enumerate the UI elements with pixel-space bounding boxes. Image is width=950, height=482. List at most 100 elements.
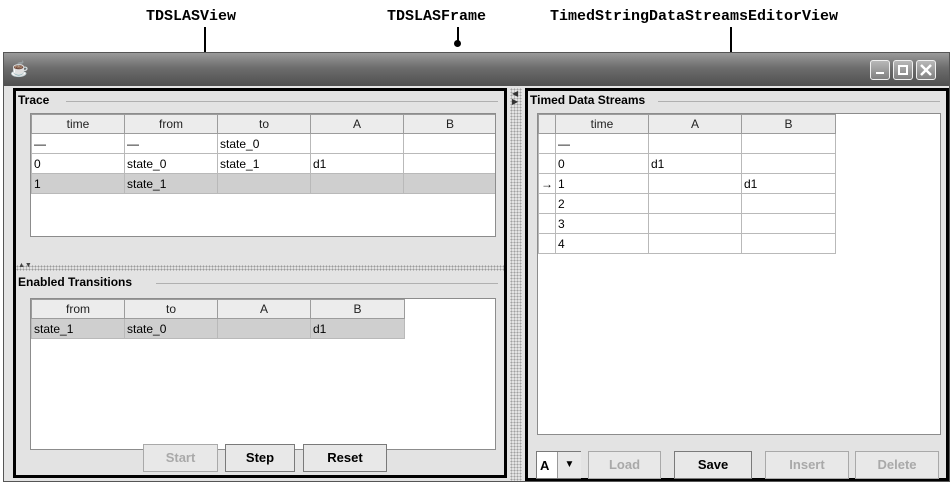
tdslasframe-annotation: TDSLASFrame (387, 8, 487, 25)
table-cell[interactable] (648, 173, 742, 194)
trace-group-border (66, 101, 498, 102)
split-expand-arrows-icon[interactable]: ▲▼ (18, 262, 32, 269)
row-marker (538, 213, 556, 234)
maximize-icon (898, 65, 908, 75)
table-cell[interactable]: 0 (555, 153, 649, 174)
trace-column-time[interactable]: time (31, 114, 125, 134)
table-cell[interactable]: state_1 (217, 153, 311, 174)
row-marker (538, 233, 556, 254)
transitions-column-from[interactable]: from (31, 299, 125, 319)
enabled-transitions-title: Enabled Transitions (18, 275, 136, 289)
table-cell[interactable]: 4 (555, 233, 649, 254)
table-cell[interactable] (741, 133, 836, 154)
table-cell[interactable] (403, 153, 495, 174)
table-row[interactable]: — — state_0 (31, 133, 495, 154)
table-cell[interactable] (741, 213, 836, 234)
chevron-down-icon[interactable]: ▼ (557, 452, 581, 478)
table-cell[interactable] (217, 173, 311, 194)
table-cell[interactable] (741, 233, 836, 254)
load-button[interactable]: Load (588, 451, 661, 479)
table-cell[interactable]: state_1 (31, 318, 125, 339)
table-row-selected[interactable]: state_1 state_0 d1 (31, 318, 405, 339)
table-cell[interactable]: d1 (310, 318, 405, 339)
table-cell[interactable] (403, 173, 495, 194)
reset-button[interactable]: Reset (303, 444, 387, 472)
trace-column-b[interactable]: B (403, 114, 495, 134)
table-cell[interactable]: — (555, 133, 649, 154)
editorview-annotation: TimedStringDataStreamsEditorView (550, 8, 839, 25)
title-bar[interactable]: ☕ (4, 53, 949, 86)
table-cell[interactable]: — (31, 133, 125, 154)
maximize-button[interactable] (893, 60, 913, 80)
table-row[interactable]: 2 (538, 193, 836, 214)
enabled-transitions-group-border (156, 283, 498, 284)
table-row[interactable]: 0 d1 (538, 153, 836, 174)
streams-column-time[interactable]: time (555, 114, 649, 134)
row-marker (538, 133, 556, 154)
table-cell[interactable]: d1 (310, 153, 404, 174)
table-cell[interactable]: 2 (555, 193, 649, 214)
trace-title: Trace (18, 93, 53, 107)
split-collapse-arrows-icon[interactable]: ◀ ▶ (512, 90, 518, 106)
horizontal-split-divider[interactable] (16, 265, 504, 271)
table-cell[interactable] (310, 173, 404, 194)
table-cell[interactable] (403, 133, 495, 154)
table-cell[interactable] (217, 318, 311, 339)
table-row[interactable]: 0 state_0 state_1 d1 (31, 153, 495, 174)
table-cell[interactable] (741, 193, 836, 214)
table-row[interactable]: 3 (538, 213, 836, 234)
table-row[interactable]: 4 (538, 233, 836, 254)
table-cell[interactable] (648, 233, 742, 254)
timed-data-streams-group-border (658, 101, 940, 102)
table-row-selected[interactable]: 1 state_1 (31, 173, 495, 194)
close-icon (920, 64, 932, 76)
streams-column-b[interactable]: B (741, 114, 836, 134)
trace-table[interactable]: time from to A B — — state_0 0 state_0 s… (30, 113, 496, 237)
streams-column-a[interactable]: A (648, 114, 742, 134)
table-cell[interactable] (648, 133, 742, 154)
tdslas-view-pane: Trace time from to A B — — state_0 0 sta… (13, 88, 507, 478)
table-cell[interactable]: state_0 (124, 153, 218, 174)
table-cell[interactable] (310, 133, 404, 154)
vertical-split-divider[interactable] (510, 88, 522, 481)
table-cell[interactable] (648, 193, 742, 214)
trace-column-from[interactable]: from (124, 114, 218, 134)
table-cell[interactable]: state_1 (124, 173, 218, 194)
trace-column-to[interactable]: to (217, 114, 311, 134)
step-button[interactable]: Step (225, 444, 295, 472)
insert-button[interactable]: Insert (765, 451, 849, 479)
table-cell[interactable]: 0 (31, 153, 125, 174)
table-cell[interactable]: 1 (555, 173, 649, 194)
table-row-current[interactable]: → 1 d1 (538, 173, 836, 194)
transitions-column-to[interactable]: to (124, 299, 218, 319)
timed-data-streams-title: Timed Data Streams (530, 93, 649, 107)
transitions-column-a[interactable]: A (217, 299, 311, 319)
table-row[interactable]: — (538, 133, 836, 154)
minimize-icon (876, 72, 884, 74)
row-marker (538, 153, 556, 174)
java-cup-icon: ☕ (10, 61, 29, 78)
row-marker (538, 193, 556, 214)
timed-data-streams-table[interactable]: time A B — 0 d1 → 1 d1 2 3 4 (537, 113, 941, 435)
table-cell[interactable] (741, 153, 836, 174)
table-cell[interactable]: state_0 (217, 133, 311, 154)
minimize-button[interactable] (870, 60, 890, 80)
enabled-transitions-table[interactable]: from to A B state_1 state_0 d1 (30, 298, 496, 450)
table-cell[interactable]: 1 (31, 173, 125, 194)
save-button[interactable]: Save (674, 451, 752, 479)
table-cell[interactable]: 3 (555, 213, 649, 234)
stream-select-value: A (540, 458, 550, 473)
delete-button[interactable]: Delete (855, 451, 939, 479)
table-cell[interactable]: d1 (741, 173, 836, 194)
transitions-column-b[interactable]: B (310, 299, 405, 319)
streams-column-row-header (538, 114, 556, 134)
table-cell[interactable]: d1 (648, 153, 742, 174)
start-button[interactable]: Start (143, 444, 218, 472)
table-cell[interactable] (648, 213, 742, 234)
close-button[interactable] (916, 60, 936, 80)
table-cell[interactable]: — (124, 133, 218, 154)
stream-select-dropdown[interactable]: A ▼ (536, 451, 581, 479)
table-cell[interactable]: state_0 (124, 318, 218, 339)
trace-column-a[interactable]: A (310, 114, 404, 134)
application-window: ☕ Trace time from to A B — — state_0 0 s… (3, 52, 950, 482)
